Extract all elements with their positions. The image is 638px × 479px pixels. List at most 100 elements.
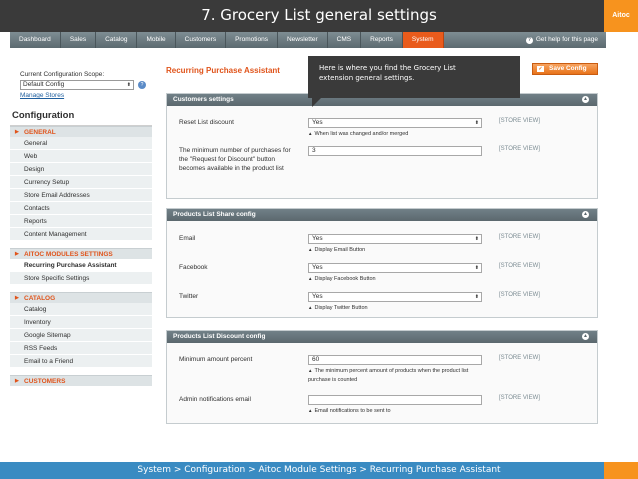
config-sidebar: Current Configuration Scope: Default Con… [10,58,152,386]
email-select[interactable]: Yes ⬍ [308,234,482,244]
nav-promotions[interactable]: Promotions [226,32,278,48]
section-aitoc[interactable]: ▶ AITOC MODULES SETTINGS [10,248,152,259]
section-general[interactable]: ▶ GENERAL [10,126,152,137]
admin-notifications-email-input[interactable] [308,395,482,405]
sidebar-item-content-management[interactable]: Content Management [10,228,152,241]
select-value: Yes [312,264,323,271]
reset-list-discount-label: Reset List discount [179,119,234,126]
scope-label: Current Configuration Scope: [20,71,105,78]
sidebar-item-reports[interactable]: Reports [10,215,152,228]
sidebar-item-general[interactable]: General [10,137,152,150]
sidebar-item-design[interactable]: Design [10,163,152,176]
select-arrows-icon: ⬍ [474,265,479,271]
hint-arrow-icon: ▲ [308,305,313,310]
scope-select[interactable]: Default Config ⬍ [20,80,134,90]
sidebar-item-currency-setup[interactable]: Currency Setup [10,176,152,189]
nav-customers[interactable]: Customers [176,32,227,48]
admin-nav: Dashboard Sales Catalog Mobile Customers… [10,32,606,48]
sidebar-item-rss-feeds[interactable]: RSS Feeds [10,342,152,355]
save-config-label: Save Config [549,65,587,72]
select-value: Yes [312,119,323,126]
sidebar-item-catalog[interactable]: Catalog [10,303,152,316]
sidebar-item-email-to-a-friend[interactable]: Email to a Friend [10,355,152,368]
nav-sales[interactable]: Sales [61,32,97,48]
manage-stores-link[interactable]: Manage Stores [20,92,152,99]
minimum-purchases-label: The minimum number of purchases for the … [179,147,291,172]
select-arrows-icon: ⬍ [126,82,131,88]
store-view-label: [STORE VIEW] [499,263,540,269]
nav-newsletter[interactable]: Newsletter [278,32,328,48]
sidebar-item-web[interactable]: Web [10,150,152,163]
sidebar-item-inventory[interactable]: Inventory [10,316,152,329]
facebook-select[interactable]: Yes ⬍ [308,263,482,273]
store-view-label: [STORE VIEW] [499,234,540,240]
select-arrows-icon: ⬍ [474,236,479,242]
hint-text: Email notifications to be sent to [314,408,391,414]
configuration-heading: Configuration [10,110,152,126]
help-link-label: Get help for this page [535,36,598,43]
reset-list-discount-select[interactable]: Yes ⬍ [308,118,482,128]
twitter-select[interactable]: Yes ⬍ [308,292,482,302]
select-arrows-icon: ⬍ [474,120,479,126]
twitter-label: Twitter [179,293,199,300]
store-view-label: [STORE VIEW] [499,146,540,152]
nav-catalog[interactable]: Catalog [96,32,138,48]
hint-text: Display Email Button [314,247,366,253]
nav-reports[interactable]: Reports [361,32,403,48]
sidebar-item-recurring-purchase-assistant[interactable]: Recurring Purchase Assistant [10,259,152,272]
fieldset-title: Customers settings [173,96,234,103]
brand-logo: Aitoc [604,0,638,32]
hint-text: Display Twitter Button [314,305,368,311]
hint-arrow-icon: ▲ [308,247,313,252]
callout-line-2: extension general settings. [319,74,415,82]
sidebar-item-store-specific-settings[interactable]: Store Specific Settings [10,272,152,285]
field-hint: ▲ Display Email Button [308,245,498,255]
collapse-icon[interactable]: ▲ [582,96,589,103]
admin-notifications-email-label: Admin notifications email [179,396,251,403]
store-view-label: [STORE VIEW] [499,292,540,298]
collapse-icon[interactable]: ▲ [582,333,589,340]
select-arrows-icon: ⬍ [474,294,479,300]
hint-arrow-icon: ▲ [308,131,313,136]
nav-mobile[interactable]: Mobile [137,32,176,48]
section-general-label: GENERAL [24,129,56,136]
store-view-label: [STORE VIEW] [499,118,540,124]
section-customers[interactable]: ▶ CUSTOMERS [10,375,152,386]
brand-strip [604,462,638,479]
help-link[interactable]: ? Get help for this page [525,32,606,48]
sidebar-item-store-email-addresses[interactable]: Store Email Addresses [10,189,152,202]
field-hint: ▲ Email notifications to be sent to [308,406,498,416]
store-view-label: [STORE VIEW] [499,395,540,401]
slide-title: 7. Grocery List general settings [201,6,437,24]
hint-arrow-icon: ▲ [308,408,313,413]
minimum-purchases-input[interactable]: 3 [308,146,482,156]
nav-dashboard[interactable]: Dashboard [10,32,61,48]
sidebar-spacer [10,368,152,375]
minimum-amount-percent-input[interactable]: 60 [308,355,482,365]
expand-arrow-icon: ▶ [15,251,19,257]
facebook-label: Facebook [179,264,208,271]
sidebar-item-contacts[interactable]: Contacts [10,202,152,215]
fieldset-customers-settings: Customers settings ▲ Reset List discount… [166,93,598,199]
save-config-button[interactable]: ✓ Save Config [532,63,598,75]
expand-arrow-icon: ▶ [15,129,19,135]
help-icon: ? [525,36,533,44]
fieldset-header[interactable]: Products List Discount config ▲ [167,331,597,343]
collapse-icon[interactable]: ▲ [582,211,589,218]
fieldset-title: Products List Discount config [173,333,266,340]
fieldset-title: Products List Share config [173,211,256,218]
nav-system[interactable]: System [402,32,444,48]
hint-arrow-icon: ▲ [308,368,313,373]
field-hint: ▲ Display Twitter Button [308,303,498,313]
sidebar-spacer [10,241,152,248]
section-catalog-label: CATALOG [24,295,56,302]
nav-cms[interactable]: CMS [328,32,362,48]
slide-footer-bar: System > Configuration > Aitoc Module Se… [0,462,638,479]
sidebar-item-google-sitemap[interactable]: Google Sitemap [10,329,152,342]
hint-arrow-icon: ▲ [308,276,313,281]
fieldset-header[interactable]: Products List Share config ▲ [167,209,597,221]
scope-help-icon[interactable]: ? [138,81,146,89]
section-catalog[interactable]: ▶ CATALOG [10,292,152,303]
scope-select-value: Default Config [23,81,65,88]
expand-arrow-icon: ▶ [15,295,19,301]
